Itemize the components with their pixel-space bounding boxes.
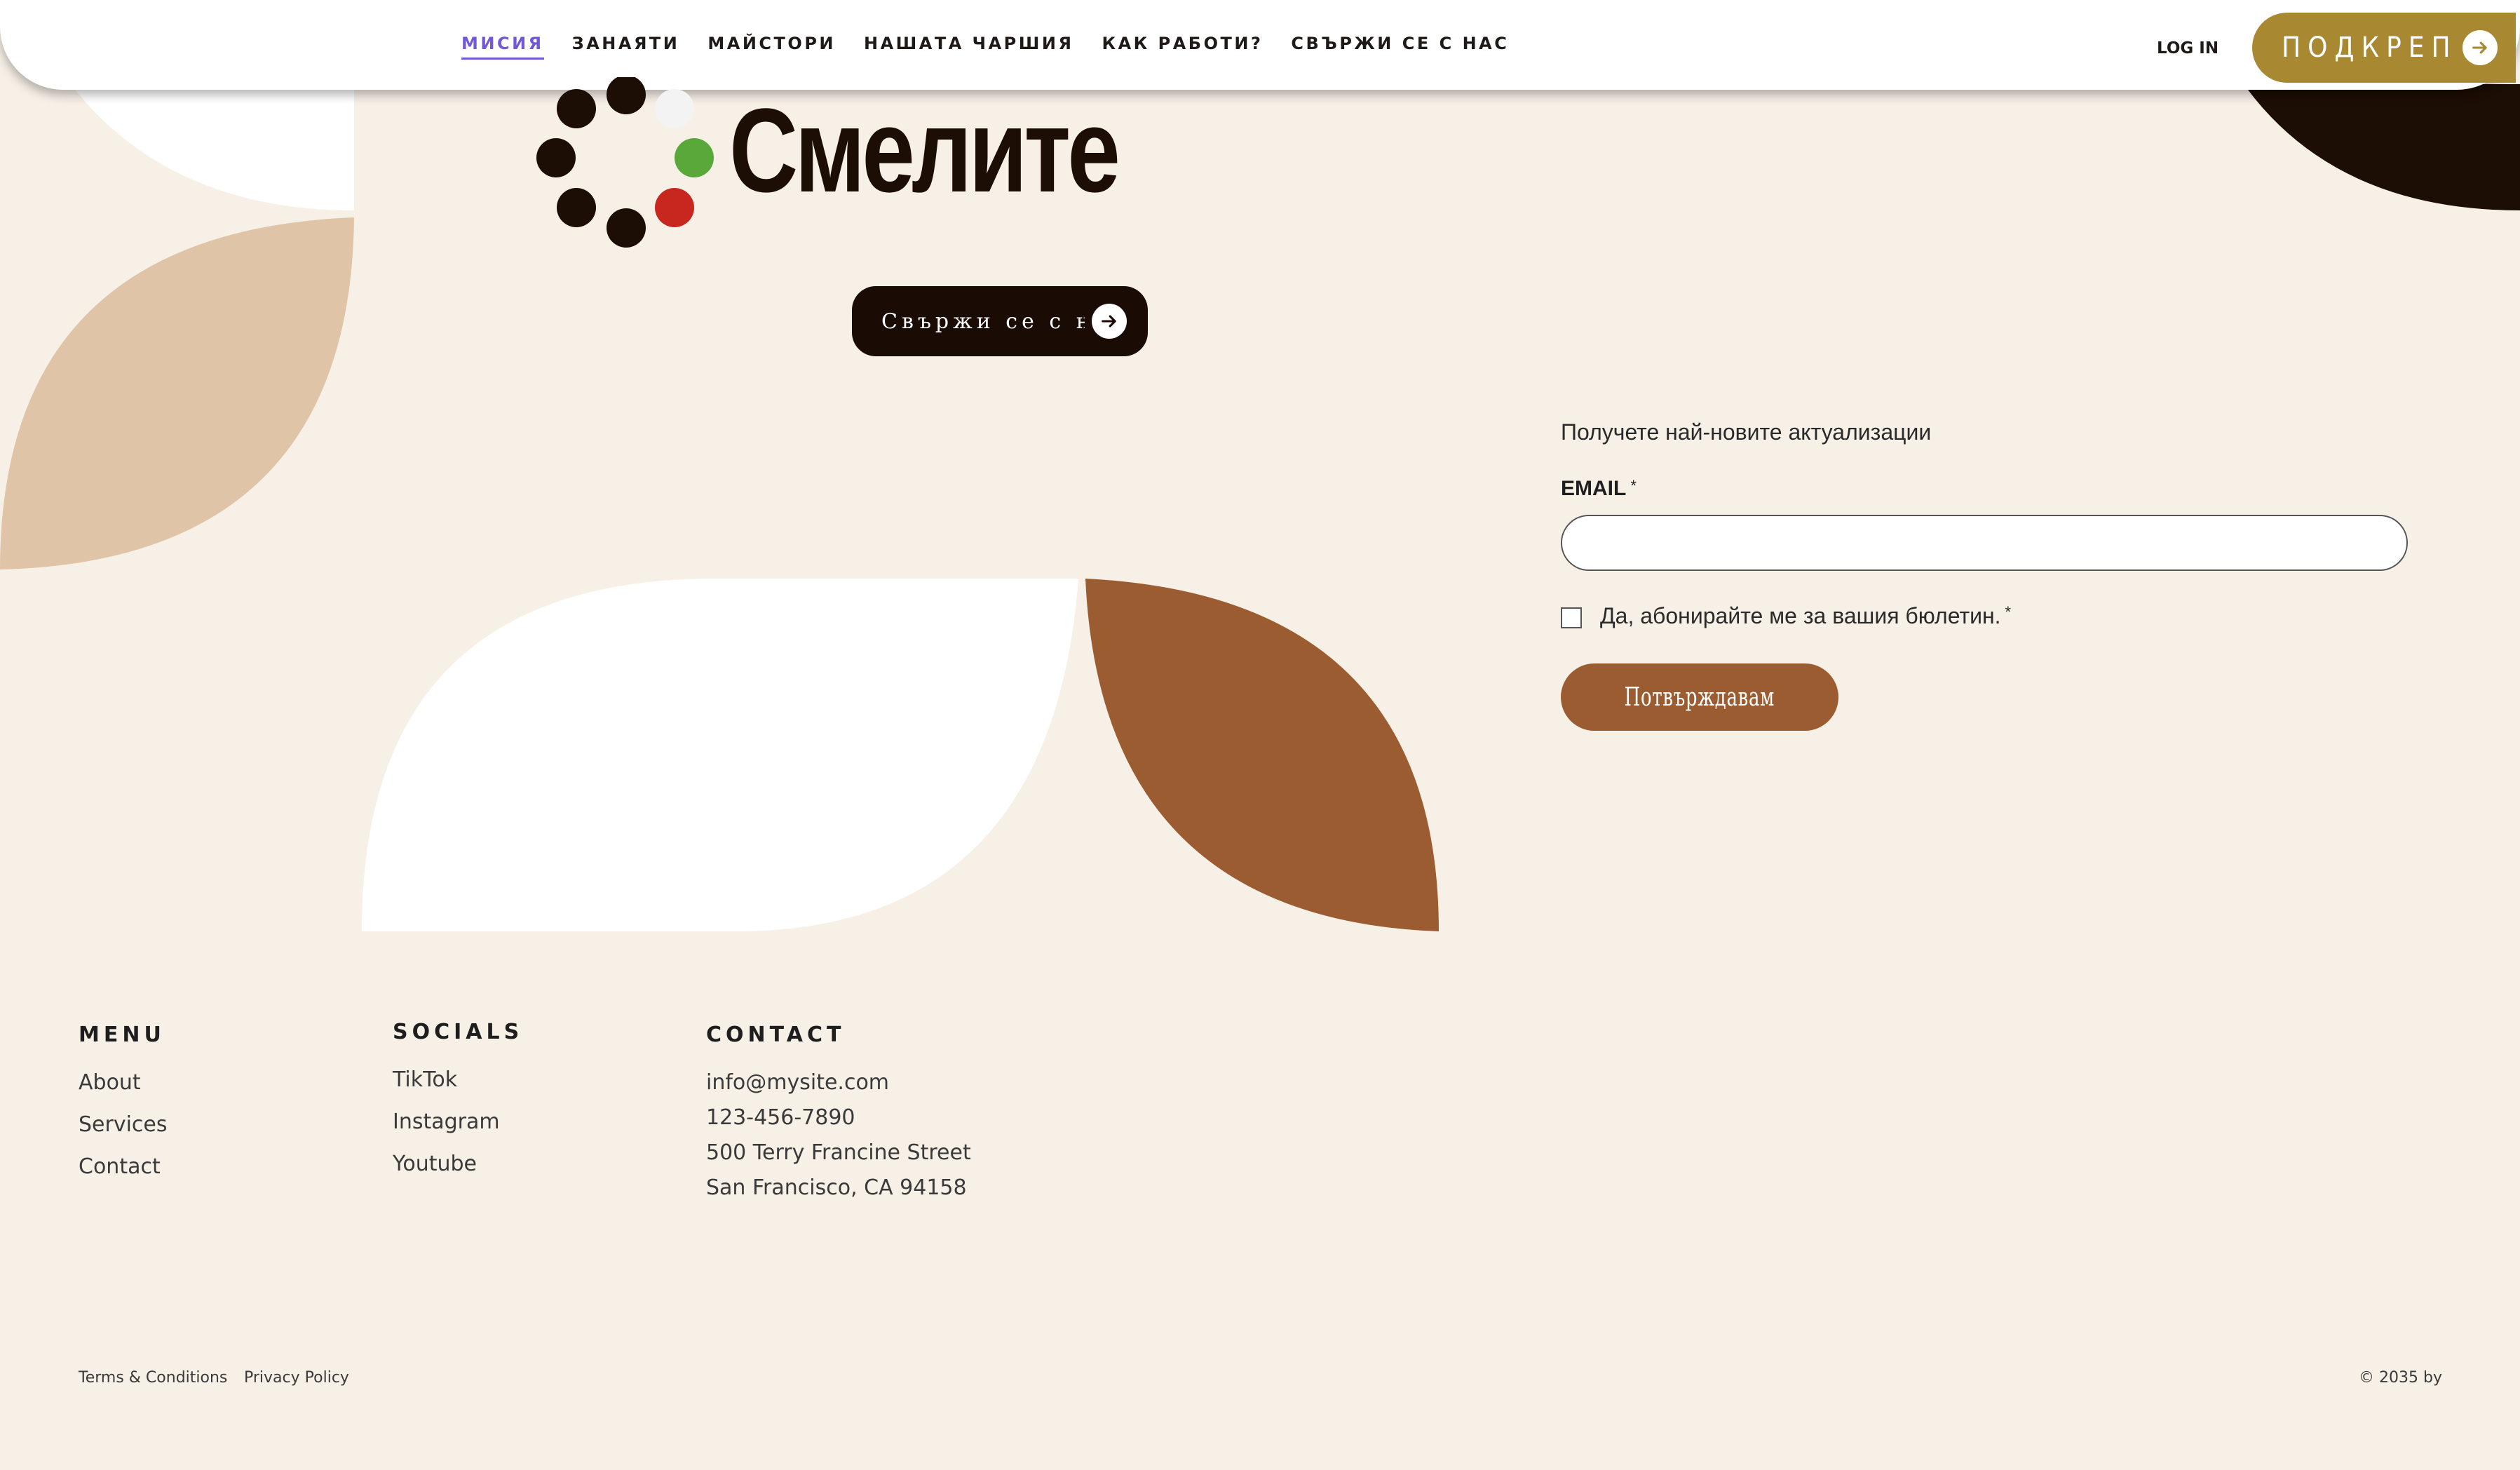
footer-link-services[interactable]: Services xyxy=(79,1112,168,1137)
footer-contact-city: San Francisco, CA 94158 xyxy=(706,1175,967,1200)
required-mark: * xyxy=(2005,603,2012,621)
nav-item-our-bazaar[interactable]: НАШАТА ЧАРШИЯ xyxy=(864,34,1073,60)
terms-link[interactable]: Terms & Conditions xyxy=(79,1369,227,1387)
footer-contact-phone: 123-456-7890 xyxy=(706,1105,855,1130)
newsletter-checkbox-label: Да, абонирайте ме за вашия бюлетин. * xyxy=(1600,603,2011,629)
newsletter-checkbox-text: Да, абонирайте ме за вашия бюлетин. xyxy=(1600,603,2001,628)
beige-leaf xyxy=(0,217,354,569)
login-link[interactable]: LOG IN xyxy=(2157,39,2218,58)
privacy-link[interactable]: Privacy Policy xyxy=(244,1369,349,1387)
submit-button[interactable]: Потвърждавам xyxy=(1561,663,1838,731)
footer-menu-title: MENU xyxy=(79,1023,165,1047)
email-label: EMAIL * xyxy=(1561,477,1637,501)
main-nav: МИСИЯ ЗАНАЯТИ МАЙСТОРИ НАШАТА ЧАРШИЯ КАК… xyxy=(461,34,1509,60)
decorative-shapes xyxy=(0,0,2520,931)
nav-item-mission[interactable]: МИСИЯ xyxy=(461,34,544,60)
support-us-label: ПОДКРЕПИ НИ xyxy=(2282,32,2458,64)
header: МИСИЯ ЗАНАЯТИ МАЙСТОРИ НАШАТА ЧАРШИЯ КАК… xyxy=(0,0,2520,90)
arrow-right-icon xyxy=(1092,304,1127,339)
nav-item-how-it-works[interactable]: КАК РАБОТИ? xyxy=(1102,34,1263,60)
footer-link-tiktok[interactable]: TikTok xyxy=(393,1067,457,1092)
footer-link-instagram[interactable]: Instagram xyxy=(393,1110,500,1134)
email-field[interactable] xyxy=(1561,515,2408,571)
arrow-right-icon xyxy=(2463,30,2498,65)
contact-us-label: Свържи се с нас xyxy=(881,309,1085,334)
support-us-button[interactable]: ПОДКРЕПИ НИ xyxy=(2252,13,2516,83)
footer-contact-title: CONTACT xyxy=(706,1023,846,1047)
footer-socials-title: SOCIALS xyxy=(393,1020,524,1044)
copyright-text: © 2035 by xyxy=(2359,1369,2442,1387)
footer-contact-email[interactable]: info@mysite.com xyxy=(706,1070,889,1095)
required-mark: * xyxy=(1630,477,1637,494)
footer-link-about[interactable]: About xyxy=(79,1070,141,1095)
logo-wordmark: Смелите xyxy=(729,84,1120,217)
contact-us-button[interactable]: Свържи се с нас xyxy=(852,286,1148,356)
nav-item-contact-us[interactable]: СВЪРЖИ СЕ С НАС xyxy=(1291,34,1509,60)
email-label-text: EMAIL xyxy=(1561,477,1627,500)
logo-dots-icon xyxy=(536,77,714,248)
newsletter-checkbox[interactable] xyxy=(1561,607,1582,628)
nav-item-crafts[interactable]: ЗАНАЯТИ xyxy=(572,34,680,60)
nav-item-masters[interactable]: МАЙСТОРИ xyxy=(707,34,836,60)
footer-contact-street: 500 Terry Francine Street xyxy=(706,1140,971,1165)
dark-quarter-top-right xyxy=(2244,84,2520,210)
brown-leaf xyxy=(1085,579,1439,931)
submit-button-label: Потвърждавам xyxy=(1624,682,1775,712)
footer-link-contact[interactable]: Contact xyxy=(79,1154,161,1179)
newsletter-heading: Получете най-новите актуализации xyxy=(1561,419,1932,445)
white-dome xyxy=(362,579,1078,931)
footer-link-youtube[interactable]: Youtube xyxy=(393,1152,477,1176)
